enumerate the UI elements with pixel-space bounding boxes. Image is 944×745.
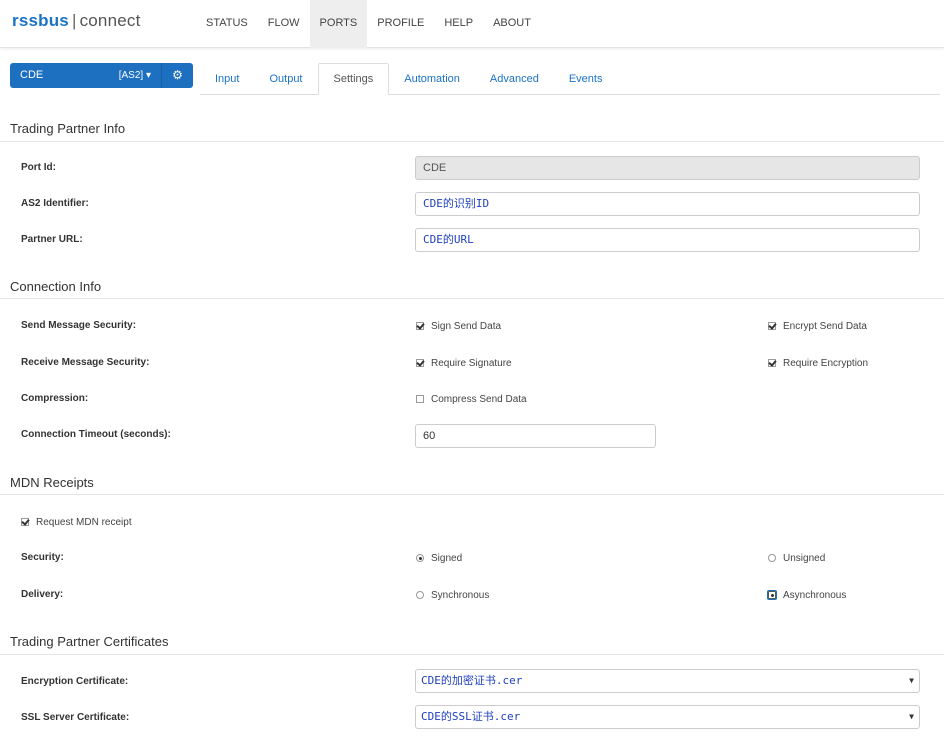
checkbox-unchecked[interactable] [416,395,424,403]
asynchronous-label: Asynchronous [783,589,847,601]
asynchronous-radio[interactable]: Asynchronous [767,588,847,602]
port-settings-button[interactable]: ⚙ [162,63,193,88]
send-message-security-label: Send Message Security: [21,320,137,331]
synchronous-label: Synchronous [431,589,490,601]
nav-profile[interactable]: PROFILE [367,0,434,48]
gear-icon: ⚙ [172,68,183,82]
radio-selected[interactable] [767,590,777,600]
section-divider [0,141,944,142]
nav-help[interactable]: HELP [434,0,483,48]
port-name: CDE [20,69,44,81]
tab-settings[interactable]: Settings [317,63,390,95]
checkbox-checked[interactable] [416,322,424,330]
radio-selected[interactable] [416,554,424,562]
partner-url-input[interactable]: CDE的URL [415,228,920,252]
ssl-certificate-value: CDE的SSL证书.cer [421,710,521,723]
section-divider [0,494,944,495]
section-title-certificates: Trading Partner Certificates [10,634,169,649]
encrypt-send-data-label: Encrypt Send Data [783,320,867,332]
app-logo[interactable]: rssbus | connect [12,11,141,31]
request-mdn-checkbox[interactable]: Request MDN receipt [21,515,132,529]
ssl-certificate-select[interactable]: CDE的SSL证书.cer ▼ [415,705,920,729]
require-encryption-checkbox[interactable]: Require Encryption [768,356,868,370]
section-title-mdn-receipts: MDN Receipts [10,475,94,490]
encryption-certificate-label: Encryption Certificate: [21,676,129,687]
caret-down-icon: ▼ [909,712,914,721]
radio-unselected[interactable] [416,591,424,599]
unsigned-label: Unsigned [783,552,826,564]
encryption-certificate-value: CDE的加密证书.cer [421,674,523,687]
port-tabs: Input Output Settings Automation Advance… [200,63,940,95]
section-title-trading-partner-info: Trading Partner Info [10,121,126,136]
section-divider [0,654,944,655]
section-title-connection-info: Connection Info [10,279,102,294]
port-id-input[interactable]: CDE [415,156,920,180]
tab-advanced[interactable]: Advanced [475,64,554,94]
tab-input[interactable]: Input [200,64,254,94]
sign-send-data-checkbox[interactable]: Sign Send Data [416,319,501,333]
logo-separator: | [71,11,77,30]
caret-down-icon: ▾ [145,70,151,81]
require-encryption-label: Require Encryption [783,357,869,369]
checkbox-checked[interactable] [768,359,776,367]
checkbox-checked[interactable] [768,322,776,330]
mdn-delivery-label: Delivery: [21,589,64,600]
ssl-certificate-label: SSL Server Certificate: [21,712,130,723]
require-signature-label: Require Signature [431,357,512,369]
compress-send-data-checkbox[interactable]: Compress Send Data [416,392,527,406]
require-signature-checkbox[interactable]: Require Signature [416,356,512,370]
port-selector: CDE [AS2] ▾ ⚙ [10,63,193,88]
partner-url-label: Partner URL: [21,234,83,245]
receive-message-security-label: Receive Message Security: [21,357,150,368]
synchronous-radio[interactable]: Synchronous [416,588,489,602]
signed-label: Signed [431,552,463,564]
port-type: [AS2] [118,70,144,81]
section-divider [0,298,944,299]
checkbox-checked[interactable] [416,359,424,367]
nav-status[interactable]: STATUS [196,0,258,48]
as2-identifier-label: AS2 Identifier: [21,198,89,209]
logo-product: connect [79,11,141,30]
mdn-security-label: Security: [21,552,64,563]
caret-down-icon: ▼ [909,676,914,685]
nav-flow[interactable]: FLOW [258,0,310,48]
connection-timeout-input[interactable]: 60 [415,424,656,448]
compression-label: Compression: [21,393,89,404]
nav-about[interactable]: ABOUT [483,0,541,48]
radio-unselected[interactable] [768,554,776,562]
encryption-certificate-select[interactable]: CDE的加密证书.cer ▼ [415,669,920,693]
tab-output[interactable]: Output [254,64,317,94]
signed-radio[interactable]: Signed [416,551,462,565]
logo-brand: rssbus [12,11,69,30]
tab-automation[interactable]: Automation [389,64,475,94]
tab-events[interactable]: Events [554,64,618,94]
main-nav: STATUS FLOW PORTS PROFILE HELP ABOUT [196,0,541,48]
request-mdn-label: Request MDN receipt [36,516,132,528]
sign-send-data-label: Sign Send Data [431,320,502,332]
nav-ports[interactable]: PORTS [309,0,368,48]
checkbox-checked[interactable] [21,518,29,526]
compress-send-data-label: Compress Send Data [431,393,527,405]
as2-identifier-input[interactable]: CDE的识别ID [415,192,920,216]
port-dropdown-button[interactable]: CDE [AS2] ▾ [10,63,162,88]
encrypt-send-data-checkbox[interactable]: Encrypt Send Data [768,319,867,333]
port-id-label: Port Id: [21,162,56,173]
top-navbar: rssbus | connect STATUS FLOW PORTS PROFILE… [0,0,944,48]
unsigned-radio[interactable]: Unsigned [768,551,825,565]
connection-timeout-label: Connection Timeout (seconds): [21,429,171,440]
